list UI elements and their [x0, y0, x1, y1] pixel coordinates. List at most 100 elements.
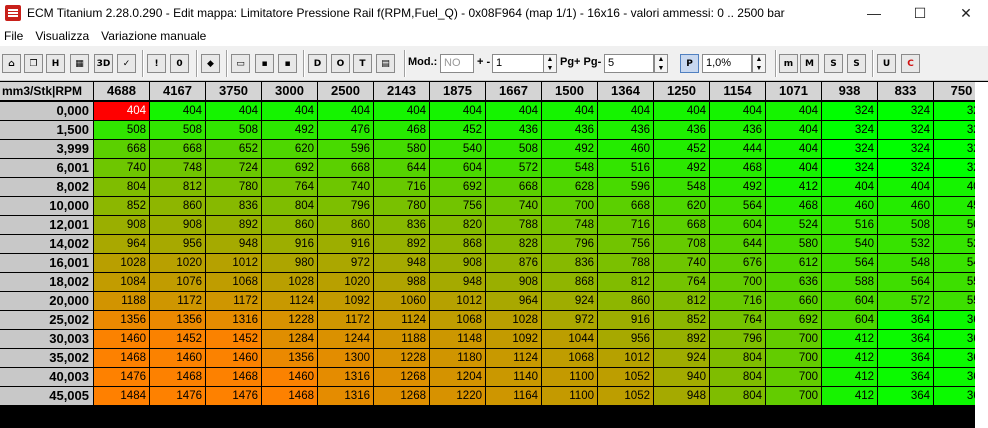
row-header[interactable]: 30,003 — [0, 330, 93, 348]
table-cell[interactable]: 780 — [374, 197, 429, 215]
open-folder-icon[interactable]: ▭ — [231, 54, 250, 73]
table-cell[interactable]: 596 — [318, 140, 373, 158]
table-cell[interactable]: 540 — [430, 140, 485, 158]
table-cell[interactable]: 1172 — [150, 292, 205, 310]
spin-down-icon[interactable]: ▼ — [658, 65, 665, 72]
o-mode-icon[interactable]: O — [331, 54, 350, 73]
table-cell[interactable]: 924 — [542, 292, 597, 310]
table-cell[interactable]: 1092 — [318, 292, 373, 310]
table-cell[interactable]: 1028 — [94, 254, 149, 272]
table-cell[interactable]: 492 — [262, 121, 317, 139]
table-cell[interactable]: 460 — [598, 140, 653, 158]
row-header[interactable]: 1,500 — [0, 121, 93, 139]
table-cell[interactable]: 1452 — [150, 330, 205, 348]
table-cell[interactable]: 580 — [374, 140, 429, 158]
table-cell[interactable]: 604 — [822, 311, 877, 329]
table-cell[interactable]: 412 — [822, 330, 877, 348]
m-upper-icon[interactable]: M — [800, 54, 819, 73]
row-header[interactable]: 20,000 — [0, 292, 93, 310]
table-cell[interactable]: 1468 — [94, 349, 149, 367]
table-cell[interactable]: 964 — [94, 235, 149, 253]
table-cell[interactable]: 1044 — [542, 330, 597, 348]
table-cell[interactable]: 364 — [878, 387, 933, 405]
table-cell[interactable]: 1284 — [262, 330, 317, 348]
row-header[interactable]: 10,000 — [0, 197, 93, 215]
table-cell[interactable]: 940 — [654, 368, 709, 386]
table-cell[interactable]: 1012 — [430, 292, 485, 310]
table-cell[interactable]: 924 — [654, 349, 709, 367]
column-header[interactable]: 4688 — [94, 82, 149, 100]
percent-input[interactable]: 1,0% — [702, 54, 752, 73]
table-cell[interactable]: 1020 — [318, 273, 373, 291]
table-cell[interactable]: 812 — [598, 273, 653, 291]
table-cell[interactable]: 532 — [878, 235, 933, 253]
table-cell[interactable]: 756 — [598, 235, 653, 253]
table-cell[interactable]: 892 — [206, 216, 261, 234]
table-cell[interactable]: 700 — [766, 349, 821, 367]
table-cell[interactable]: 1100 — [542, 368, 597, 386]
spin-up-icon[interactable]: ▲ — [658, 56, 665, 63]
table-cell[interactable]: 716 — [374, 178, 429, 196]
table-cell[interactable]: 364 — [878, 311, 933, 329]
table-cell[interactable]: 364 — [878, 368, 933, 386]
table-cell[interactable]: 468 — [766, 197, 821, 215]
table-cell[interactable]: 764 — [654, 273, 709, 291]
undo-c-icon[interactable]: C — [901, 54, 920, 73]
table-cell[interactable]: 404 — [262, 102, 317, 120]
p-mode-icon[interactable]: P — [680, 54, 699, 73]
column-header[interactable]: 2143 — [374, 82, 429, 100]
table-cell[interactable]: 692 — [766, 311, 821, 329]
table-cell[interactable]: 444 — [710, 140, 765, 158]
table-cell[interactable]: 564 — [878, 273, 933, 291]
table-cell[interactable]: 508 — [206, 121, 261, 139]
table-cell[interactable]: 1124 — [262, 292, 317, 310]
table-cell[interactable]: 956 — [150, 235, 205, 253]
table-cell[interactable]: 1244 — [318, 330, 373, 348]
row-header[interactable]: 35,002 — [0, 349, 93, 367]
table-cell[interactable]: 404 — [150, 102, 205, 120]
table-cell[interactable]: 1140 — [486, 368, 541, 386]
table-cell[interactable]: 564 — [822, 254, 877, 272]
table-cell[interactable]: 604 — [822, 292, 877, 310]
table-cell[interactable]: 1316 — [206, 311, 261, 329]
table-cell[interactable]: 1084 — [94, 273, 149, 291]
table-cell[interactable]: 1452 — [206, 330, 261, 348]
table-cell[interactable]: 956 — [598, 330, 653, 348]
table-cell[interactable]: 324 — [822, 102, 877, 120]
copy-icon[interactable]: ❐ — [24, 54, 43, 73]
table-cell[interactable]: 412 — [766, 178, 821, 196]
table-cell[interactable]: 404 — [766, 140, 821, 158]
table-cell[interactable]: 668 — [654, 216, 709, 234]
menu-visualizza[interactable]: Visualizza — [31, 29, 93, 43]
table-cell[interactable]: 948 — [374, 254, 429, 272]
table-cell[interactable]: 572 — [486, 159, 541, 177]
table-cell[interactable]: 908 — [486, 273, 541, 291]
percent-spinner[interactable]: ▲ ▼ — [752, 54, 766, 73]
checklist-icon[interactable]: ✓ — [117, 54, 136, 73]
t-mode-icon[interactable]: T — [353, 54, 372, 73]
column-header[interactable]: 1071 — [766, 82, 821, 100]
table-cell[interactable]: 748 — [542, 216, 597, 234]
table-cell[interactable]: 764 — [710, 311, 765, 329]
row-header[interactable]: 16,001 — [0, 254, 93, 272]
table-cell[interactable]: 1300 — [318, 349, 373, 367]
table-cell[interactable]: 1220 — [430, 387, 485, 405]
step-spinner[interactable]: ▲ ▼ — [543, 54, 557, 73]
table-cell[interactable]: 604 — [430, 159, 485, 177]
table-cell[interactable]: 836 — [542, 254, 597, 272]
table-cell[interactable]: 828 — [486, 235, 541, 253]
table-cell[interactable]: 1092 — [486, 330, 541, 348]
save-as-icon[interactable]: ▪ — [278, 54, 297, 73]
table-cell[interactable]: 1460 — [150, 349, 205, 367]
table-cell[interactable]: 404 — [654, 102, 709, 120]
table-cell[interactable]: 804 — [262, 197, 317, 215]
table-cell[interactable]: 404 — [318, 102, 373, 120]
alert-icon[interactable]: ! — [147, 54, 166, 73]
table-cell[interactable]: 1268 — [374, 387, 429, 405]
table-cell[interactable]: 724 — [206, 159, 261, 177]
table-cell[interactable]: 892 — [374, 235, 429, 253]
table-cell[interactable]: 508 — [878, 216, 933, 234]
table-cell[interactable]: 412 — [822, 349, 877, 367]
3d-view-icon[interactable]: 3D — [94, 54, 113, 73]
column-header[interactable]: 2500 — [318, 82, 373, 100]
